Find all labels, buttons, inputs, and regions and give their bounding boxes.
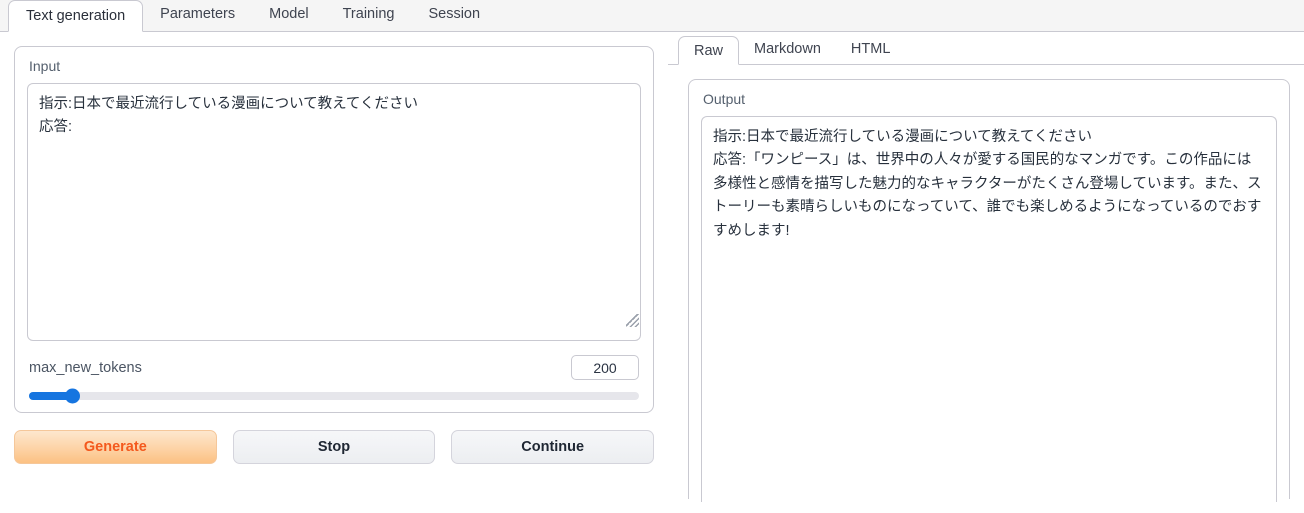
max-new-tokens-slider-track[interactable] (29, 388, 639, 404)
output-pane: Output 指示:日本で最近流行している漫画について教えてください 応答:「ワ… (668, 65, 1304, 502)
subtab-label: Raw (694, 43, 724, 59)
input-group: Input 指示:日本で最近流行している漫画について教えてください 応答: ma… (14, 46, 654, 413)
input-textarea[interactable]: 指示:日本で最近流行している漫画について教えてください 応答: (27, 83, 641, 341)
slider-thumb[interactable] (64, 388, 80, 404)
tab-label: Session (428, 6, 481, 22)
tab-raw[interactable]: Raw (678, 36, 740, 65)
slider-header: max_new_tokens 200 (29, 355, 639, 380)
left-column: Input 指示:日本で最近流行している漫画について教えてください 応答: ma… (0, 32, 668, 464)
tab-label: Text generation (26, 8, 126, 24)
output-group: Output 指示:日本で最近流行している漫画について教えてください 応答:「ワ… (688, 79, 1290, 502)
tab-model[interactable]: Model (252, 0, 326, 31)
tab-training[interactable]: Training (326, 0, 412, 31)
max-new-tokens-label: max_new_tokens (29, 359, 142, 376)
action-button-row: Generate Stop Continue (14, 430, 655, 464)
continue-button[interactable]: Continue (451, 430, 655, 464)
page-content: Input 指示:日本で最近流行している漫画について教えてください 応答: ma… (0, 32, 1304, 513)
stop-button[interactable]: Stop (232, 430, 436, 464)
right-column: Raw Markdown HTML Output 指示:日本で最近流行している漫… (668, 32, 1304, 513)
tab-label: Parameters (160, 6, 236, 22)
tab-session[interactable]: Session (411, 0, 497, 31)
tab-text-generation[interactable]: Text generation (8, 0, 144, 32)
output-label: Output (703, 91, 746, 107)
main-tabbar: Text generation Parameters Model Trainin… (0, 0, 1304, 32)
output-tabbar: Raw Markdown HTML (668, 32, 1304, 65)
tab-label: Training (342, 6, 395, 22)
tab-html[interactable]: HTML (836, 35, 905, 64)
tab-markdown[interactable]: Markdown (739, 35, 836, 64)
tab-parameters[interactable]: Parameters (143, 0, 252, 31)
output-textarea[interactable]: 指示:日本で最近流行している漫画について教えてください 応答:「ワンピース」は、… (701, 116, 1277, 502)
subtab-label: HTML (850, 41, 891, 57)
generate-button[interactable]: Generate (14, 430, 217, 464)
max-new-tokens-number-input[interactable]: 200 (571, 355, 639, 380)
input-label: Input (29, 58, 61, 74)
max-new-tokens-slider-block: max_new_tokens 200 (27, 355, 641, 404)
tab-label: Model (269, 6, 309, 22)
subtab-label: Markdown (754, 41, 821, 57)
resize-handle-icon[interactable] (626, 314, 639, 327)
